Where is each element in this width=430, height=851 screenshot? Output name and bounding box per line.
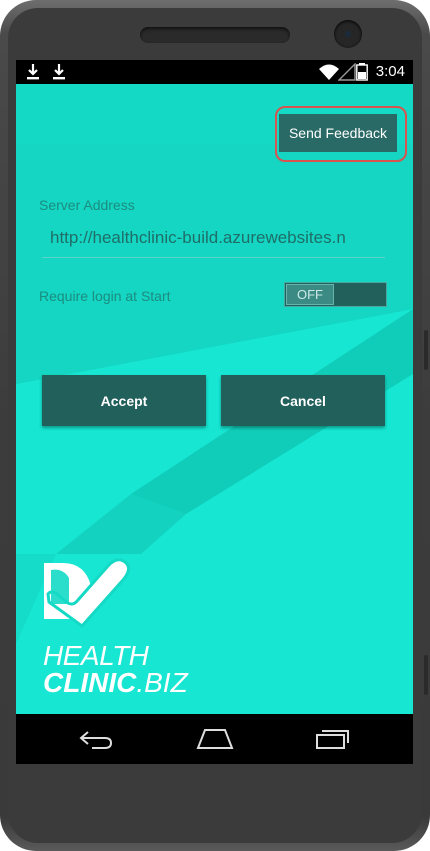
- clock-time: 3:04: [375, 63, 405, 80]
- front-camera: [334, 20, 362, 48]
- toggle-state: OFF: [286, 284, 334, 305]
- server-address-input[interactable]: http://healthclinic-build.azurewebsites.…: [42, 228, 385, 258]
- require-login-label: Require login at Start: [39, 288, 171, 304]
- accept-button[interactable]: Accept: [42, 375, 206, 426]
- signal-icon: [338, 63, 356, 81]
- require-login-toggle[interactable]: OFF: [284, 282, 387, 307]
- back-icon[interactable]: [78, 728, 114, 750]
- logo-text-clinic-bold: CLINIC: [43, 667, 137, 698]
- download-icon: [53, 64, 65, 80]
- power-button: [424, 655, 428, 695]
- volume-up-button: [424, 330, 428, 370]
- device-screen: 3:04 Send Feedback Server Address http:/…: [16, 60, 413, 764]
- heart-check-logo-icon: [44, 558, 130, 629]
- logo-text-suffix: .BIZ: [136, 667, 188, 698]
- battery-icon: [356, 63, 368, 81]
- status-bar: 3:04: [16, 60, 413, 84]
- server-address-value: http://healthclinic-build.azurewebsites.…: [50, 228, 346, 247]
- wifi-icon: [319, 64, 339, 80]
- logo-text-health: HEALTH: [43, 640, 149, 671]
- settings-screen: Send Feedback Server Address http://heal…: [16, 84, 413, 714]
- send-feedback-button[interactable]: Send Feedback: [279, 114, 397, 152]
- download-icon: [27, 64, 39, 80]
- navigation-bar: [16, 714, 413, 764]
- recent-apps-icon[interactable]: [314, 728, 350, 750]
- logo-text-clinic: CLINIC.BIZ: [43, 669, 188, 697]
- server-address-label: Server Address: [39, 197, 135, 213]
- phone-frame: 3:04 Send Feedback Server Address http:/…: [0, 0, 430, 851]
- earpiece-speaker: [140, 27, 290, 43]
- cancel-button[interactable]: Cancel: [221, 375, 385, 426]
- home-icon[interactable]: [196, 728, 234, 750]
